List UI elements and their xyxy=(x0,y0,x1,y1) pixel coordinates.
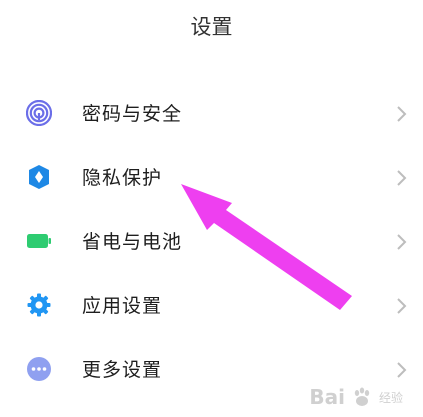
settings-item-privacy[interactable]: 隐私保护 xyxy=(0,146,423,210)
settings-item-battery[interactable]: 省电与电池 xyxy=(0,210,423,274)
paw-logo-icon xyxy=(354,387,370,406)
battery-icon xyxy=(26,228,52,254)
settings-item-app-settings[interactable]: 应用设置 xyxy=(0,274,423,338)
settings-item-label: 省电与电池 xyxy=(82,231,183,253)
privacy-shield-icon xyxy=(26,164,52,190)
settings-item-label: 隐私保护 xyxy=(82,167,163,189)
settings-item-password-security[interactable]: 密码与安全 xyxy=(0,82,423,146)
chevron-right-icon xyxy=(395,296,409,316)
chevron-right-icon xyxy=(395,232,409,252)
fingerprint-icon xyxy=(26,100,52,126)
baidu-watermark: Bai 经验 xyxy=(309,385,403,409)
watermark-suffix: 经验 xyxy=(378,390,403,405)
page-title: 设置 xyxy=(190,15,233,39)
settings-item-label: 更多设置 xyxy=(82,359,163,381)
chevron-right-icon xyxy=(395,104,409,124)
chevron-right-icon xyxy=(395,168,409,188)
chevron-right-icon xyxy=(395,360,409,380)
settings-item-label: 密码与安全 xyxy=(82,103,183,125)
settings-item-label: 应用设置 xyxy=(82,295,163,317)
watermark-brand: Bai xyxy=(309,385,345,409)
gear-icon xyxy=(26,292,52,318)
more-dots-icon xyxy=(26,356,52,382)
settings-list: 密码与安全 隐私保护 省电与电池 应用设置 更多设置 xyxy=(0,82,423,402)
